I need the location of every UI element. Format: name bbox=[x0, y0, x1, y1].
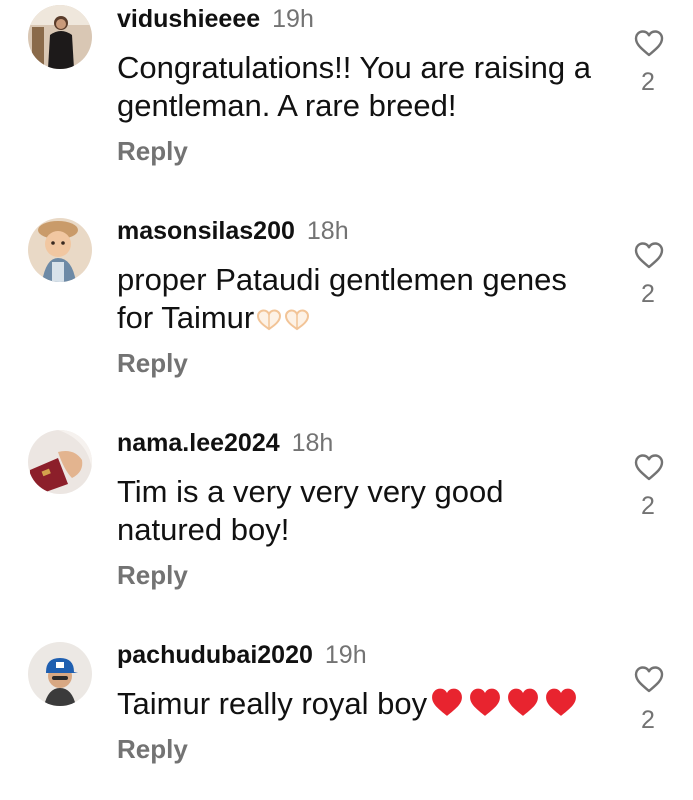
username[interactable]: nama.lee2024 bbox=[117, 429, 280, 457]
like-button[interactable] bbox=[633, 28, 665, 58]
comment-text: proper Pataudi gentlemen genes for Taimu… bbox=[117, 261, 597, 341]
comment-text-content: Tim is a very very very good natured boy… bbox=[117, 474, 504, 547]
woman-standing-avatar-icon bbox=[28, 5, 92, 69]
comment-item: pachudubai2020 19h Taimur really royal bo… bbox=[0, 636, 693, 800]
heart-hands-emoji-icon bbox=[256, 303, 282, 341]
like-button[interactable] bbox=[633, 664, 665, 694]
like-button[interactable] bbox=[633, 452, 665, 482]
reply-button[interactable]: Reply bbox=[117, 348, 188, 379]
man-blue-cap-avatar-icon bbox=[28, 642, 92, 706]
red-heart-emoji-icon bbox=[505, 686, 541, 727]
comment-meta: nama.lee2024 18h bbox=[117, 428, 333, 462]
avatar[interactable] bbox=[28, 430, 92, 494]
comment-text: Congratulations!! You are raising a gent… bbox=[117, 49, 597, 125]
like-count: 2 bbox=[641, 706, 655, 734]
avatar[interactable] bbox=[28, 642, 92, 706]
comment-text: Taimur really royal boy bbox=[117, 685, 597, 727]
comment-item: masonsilas200 18h proper Pataudi gentleme… bbox=[0, 212, 693, 412]
like-count: 2 bbox=[641, 280, 655, 308]
red-heart-emoji-icon bbox=[543, 686, 579, 727]
comment-text-content: Taimur really royal boy bbox=[117, 686, 428, 721]
avatar[interactable] bbox=[28, 5, 92, 69]
reply-button[interactable]: Reply bbox=[117, 136, 188, 167]
heart-outline-icon bbox=[634, 242, 664, 269]
red-heart-emoji-icon bbox=[429, 686, 465, 727]
comment-item: vidushieeee 19h Congratulations!! You are… bbox=[0, 0, 693, 200]
red-heart-emoji-icon bbox=[467, 686, 503, 727]
comment-meta: masonsilas200 18h bbox=[117, 216, 349, 250]
username[interactable]: vidushieeee bbox=[117, 5, 260, 33]
timestamp: 19h bbox=[324, 641, 367, 669]
comment-item: nama.lee2024 18h Tim is a very very very … bbox=[0, 424, 693, 624]
like-count: 2 bbox=[641, 68, 655, 96]
timestamp: 19h bbox=[272, 5, 314, 33]
heart-hands-emoji-icon bbox=[284, 303, 310, 341]
reply-button[interactable]: Reply bbox=[117, 734, 188, 765]
passport-avatar-icon bbox=[28, 430, 92, 494]
comment-meta: vidushieeee 19h bbox=[117, 4, 314, 38]
comment-text-content: proper Pataudi gentlemen genes for Taimu… bbox=[117, 262, 567, 335]
heart-outline-icon bbox=[634, 30, 664, 57]
reply-button[interactable]: Reply bbox=[117, 560, 188, 591]
timestamp: 18h bbox=[291, 429, 334, 457]
like-button[interactable] bbox=[633, 240, 665, 270]
avatar[interactable] bbox=[28, 218, 92, 282]
like-count: 2 bbox=[641, 492, 655, 520]
comment-text-content: Congratulations!! You are raising a gent… bbox=[117, 50, 591, 123]
comment-text: Tim is a very very very good natured boy… bbox=[117, 473, 597, 549]
heart-outline-icon bbox=[634, 666, 664, 693]
username[interactable]: masonsilas200 bbox=[117, 217, 295, 245]
comment-meta: pachudubai2020 19h bbox=[117, 640, 367, 674]
username[interactable]: pachudubai2020 bbox=[117, 641, 313, 669]
heart-outline-icon bbox=[634, 454, 664, 481]
toddler-avatar-icon bbox=[28, 218, 92, 282]
timestamp: 18h bbox=[306, 217, 349, 245]
